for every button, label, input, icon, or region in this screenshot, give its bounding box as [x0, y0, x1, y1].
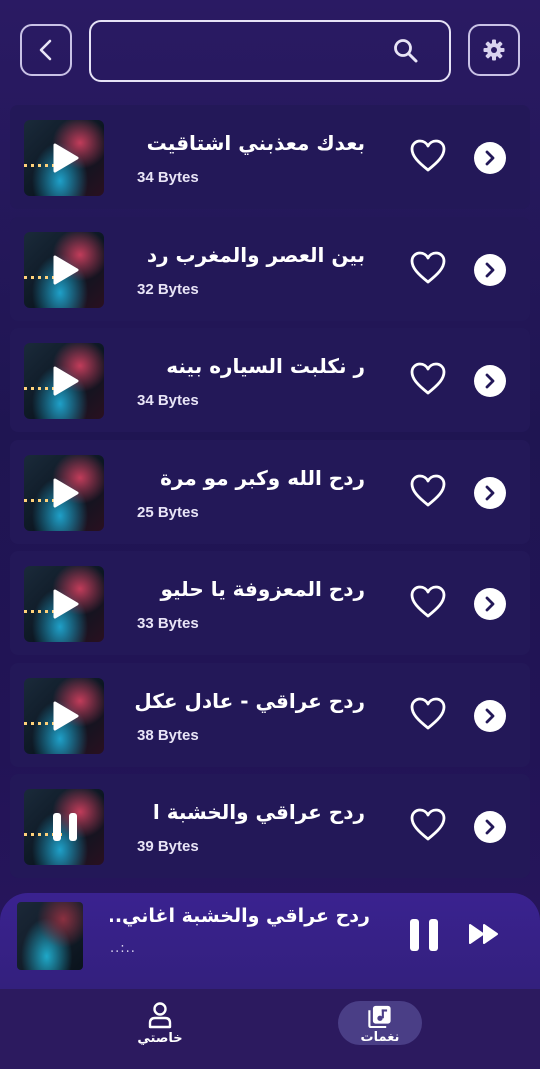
track-row[interactable]: ردح المعزوفة يا حليو 33 Bytes [10, 551, 530, 655]
heart-icon [410, 251, 446, 283]
track-title: ردح الله وكبر مو مرة [160, 465, 365, 490]
bottom-navigation: خاصتي نغمات [0, 989, 540, 1069]
search-input[interactable] [105, 34, 385, 68]
search-field[interactable] [89, 20, 451, 82]
track-title: ردح المعزوفة يا حليو [160, 577, 365, 601]
track-cover-image[interactable] [24, 343, 104, 419]
nav-label-mine: خاصتي [137, 1031, 183, 1046]
track-size: 32 Bytes [137, 280, 199, 298]
track-title: بعدك معذبني اشتاقيت [146, 131, 365, 155]
favorite-button[interactable] [410, 808, 446, 846]
favorite-button[interactable] [410, 697, 446, 735]
track-cover-image[interactable] [24, 454, 104, 531]
track-title: بين العصر والمغرب رد [146, 242, 365, 267]
player-title: ردح عراقي والخشبة اغاني... [110, 905, 370, 927]
top-bar [20, 20, 520, 82]
play-icon [53, 589, 79, 619]
favorite-button[interactable] [410, 362, 446, 400]
chevron-right-icon [485, 819, 495, 835]
search-icon[interactable] [393, 38, 419, 64]
details-button[interactable] [474, 811, 506, 843]
play-icon [53, 143, 79, 173]
heart-icon [410, 362, 446, 395]
track-title: ردح عراقي والخشبة ا [152, 800, 365, 824]
favorite-button[interactable] [410, 139, 446, 177]
heart-icon [410, 697, 446, 729]
track-cover-image[interactable] [24, 677, 104, 754]
person-icon [148, 1002, 172, 1029]
track-size: 39 Bytes [137, 838, 199, 855]
heart-icon [410, 808, 446, 841]
track-size: 38 Bytes [137, 726, 199, 744]
details-button[interactable] [474, 253, 506, 286]
track-title: ر نكلبت السياره بينه [166, 354, 365, 378]
track-row[interactable]: ردح الله وكبر مو مرة 25 Bytes [10, 439, 530, 544]
next-button[interactable] [468, 923, 500, 949]
fast-forward-icon [469, 924, 498, 944]
heart-icon [410, 585, 446, 618]
chevron-right-icon [485, 373, 495, 389]
track-cover-image[interactable] [24, 120, 104, 196]
chevron-right-icon [485, 708, 495, 723]
chevron-right-icon [485, 485, 495, 500]
details-button[interactable] [474, 699, 506, 732]
chevron-right-icon [485, 262, 495, 277]
mini-player[interactable]: ردح عراقي والخشبة اغاني... ..:.. [0, 893, 540, 989]
details-button[interactable] [474, 476, 506, 509]
track-row[interactable]: ردح عراقي - عادل عكل 38 Bytes [10, 662, 530, 767]
play-icon [53, 478, 79, 507]
track-row[interactable]: بعدك معذبني اشتاقيت 34 Bytes [10, 105, 530, 209]
heart-icon [410, 139, 446, 172]
track-cover-image[interactable] [24, 566, 104, 642]
details-button[interactable] [474, 588, 506, 620]
play-icon [53, 701, 79, 730]
back-button[interactable] [20, 24, 72, 76]
gear-icon [483, 39, 505, 61]
track-cover-image[interactable] [24, 231, 104, 308]
details-button[interactable] [474, 365, 506, 397]
heart-icon [410, 474, 446, 506]
favorite-button[interactable] [410, 585, 446, 623]
track-size: 34 Bytes [137, 392, 199, 409]
nav-item-tones[interactable]: نغمات [338, 1001, 422, 1045]
track-size: 33 Bytes [137, 615, 199, 632]
track-size: 25 Bytes [137, 503, 199, 521]
track-row[interactable]: بين العصر والمغرب رد 32 Bytes [10, 216, 530, 321]
nav-item-mine[interactable]: خاصتي [128, 1001, 192, 1046]
pause-icon [53, 813, 77, 841]
nav-label-tones: نغمات [360, 1030, 400, 1045]
chevron-right-icon [485, 596, 495, 612]
chevron-right-icon [485, 150, 495, 166]
track-list: بعدك معذبني اشتاقيت 34 Bytes بين العصر وال… [10, 105, 530, 886]
track-row[interactable]: ردح عراقي والخشبة ا 39 Bytes [10, 774, 530, 878]
pause-button[interactable] [407, 917, 441, 957]
track-cover-image[interactable] [24, 789, 104, 865]
favorite-button[interactable] [410, 251, 446, 289]
track-size: 34 Bytes [137, 169, 199, 186]
settings-button[interactable] [468, 24, 520, 76]
details-button[interactable] [474, 142, 506, 174]
music-library-icon [368, 1005, 391, 1028]
pause-icon [410, 919, 438, 951]
player-time: ..:.. [110, 941, 136, 956]
play-icon [53, 366, 79, 396]
favorite-button[interactable] [410, 474, 446, 512]
track-title: ردح عراقي - عادل عكل [135, 688, 365, 713]
track-row[interactable]: ر نكلبت السياره بينه 34 Bytes [10, 328, 530, 432]
player-cover-image [17, 902, 83, 970]
play-icon [53, 255, 79, 284]
chevron-left-icon [39, 39, 52, 61]
